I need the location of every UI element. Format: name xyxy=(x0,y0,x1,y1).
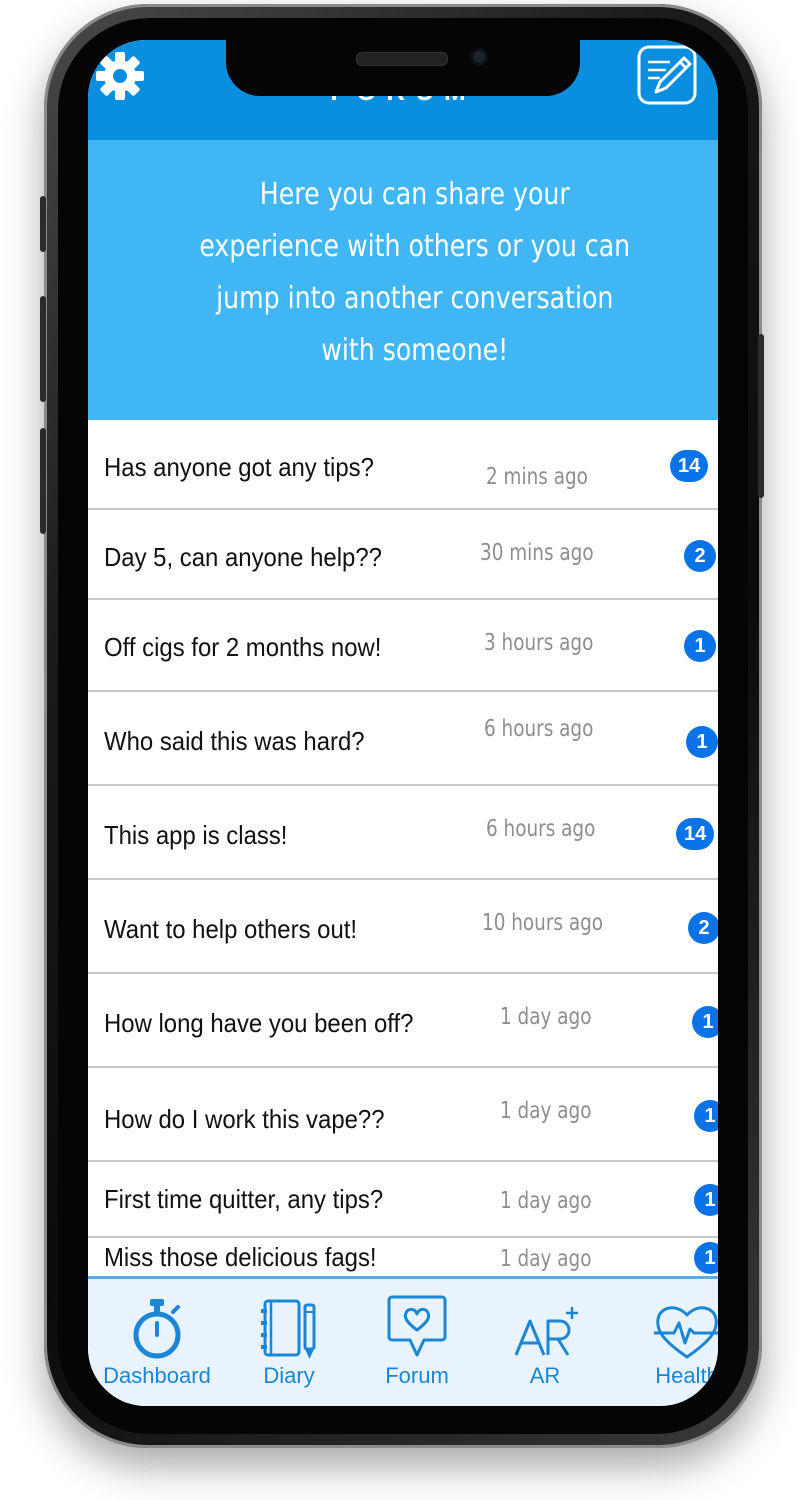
thread-title: This app is class! xyxy=(104,820,288,850)
thread-row[interactable]: Who said this was hard? 6 hours ago 1 xyxy=(88,692,718,786)
thread-row[interactable]: This app is class! 6 hours ago 14 xyxy=(88,786,718,880)
thread-time: 1 day ago xyxy=(500,1246,592,1272)
thread-time: 1 day ago xyxy=(500,1098,592,1124)
thread-time: 3 hours ago xyxy=(484,630,594,656)
reply-count-badge: 2 xyxy=(684,540,716,572)
thread-time: 1 day ago xyxy=(500,1188,592,1214)
thread-list: Has anyone got any tips? 2 mins ago 14 D… xyxy=(88,420,718,1276)
front-camera xyxy=(470,48,488,66)
compose-icon xyxy=(637,45,697,105)
thread-title: How long have you been off? xyxy=(104,1008,414,1038)
thread-row[interactable]: First time quitter, any tips? 1 day ago … xyxy=(88,1162,718,1238)
thread-time: 6 hours ago xyxy=(486,816,596,842)
side-button-volume-down xyxy=(40,428,46,534)
thread-row[interactable]: Has anyone got any tips? 2 mins ago 14 xyxy=(88,420,718,510)
side-button-volume-up xyxy=(40,296,46,402)
tab-label: Diary xyxy=(263,1365,315,1388)
side-button-power xyxy=(758,334,764,498)
thread-title: Has anyone got any tips? xyxy=(104,452,374,482)
tab-label: AR xyxy=(529,1365,561,1388)
notebook-icon xyxy=(261,1299,316,1359)
thread-row[interactable]: Miss those delicious fags! 1 day ago 1 xyxy=(88,1238,718,1276)
phone-speaker xyxy=(356,52,448,66)
compose-button[interactable] xyxy=(634,42,700,108)
reply-count-badge: 1 xyxy=(684,630,716,662)
side-button-silent xyxy=(40,196,46,252)
tab-dashboard[interactable]: Dashboard xyxy=(102,1293,212,1405)
phone-notch xyxy=(226,38,580,96)
thread-row[interactable]: How do I work this vape?? 1 day ago 1 xyxy=(88,1068,718,1162)
reply-count-badge: 1 xyxy=(694,1100,718,1132)
reply-count-badge: 1 xyxy=(694,1242,718,1274)
intro-text: Here you can share your experience with … xyxy=(199,177,631,368)
tab-ar[interactable]: AR xyxy=(490,1293,600,1405)
tab-label: Health xyxy=(655,1365,718,1388)
settings-button[interactable] xyxy=(88,44,152,108)
stopwatch-icon xyxy=(133,1299,181,1359)
app-screen: FORUM xyxy=(88,40,718,1406)
thread-time: 30 mins ago xyxy=(480,540,594,566)
gear-icon xyxy=(96,52,144,100)
tab-diary[interactable]: Diary xyxy=(234,1293,344,1405)
tab-forum[interactable]: Forum xyxy=(362,1293,472,1405)
speech-heart-icon xyxy=(387,1295,447,1357)
thread-title: Miss those delicious fags! xyxy=(104,1242,377,1272)
thread-time: 10 hours ago xyxy=(482,910,604,936)
bottom-tab-bar: Dashboard Diary Forum AR Health xyxy=(88,1276,718,1406)
reply-count-badge: 1 xyxy=(692,1006,718,1038)
thread-title: Off cigs for 2 months now! xyxy=(104,632,382,662)
thread-time: 2 mins ago xyxy=(486,464,588,490)
intro-banner: Here you can share your experience with … xyxy=(88,140,718,420)
tab-label: Dashboard xyxy=(103,1365,211,1388)
tab-health[interactable]: Health xyxy=(632,1293,718,1405)
ar-plus-icon xyxy=(514,1307,578,1356)
thread-title: Who said this was hard? xyxy=(104,726,365,756)
thread-time: 6 hours ago xyxy=(484,716,594,742)
thread-title: Want to help others out! xyxy=(104,914,358,944)
reply-count-badge: 14 xyxy=(676,818,715,850)
thread-time: 1 day ago xyxy=(500,1004,592,1030)
thread-row[interactable]: Off cigs for 2 months now! 3 hours ago 1 xyxy=(88,600,718,692)
thread-row[interactable]: How long have you been off? 1 day ago 1 xyxy=(88,974,718,1068)
tab-label: Forum xyxy=(385,1365,449,1388)
reply-count-badge: 1 xyxy=(694,1184,718,1216)
reply-count-badge: 14 xyxy=(670,450,709,482)
reply-count-badge: 2 xyxy=(688,912,718,944)
thread-title: Day 5, can anyone help?? xyxy=(104,542,382,572)
thread-title: How do I work this vape?? xyxy=(104,1104,385,1134)
reply-count-badge: 1 xyxy=(686,726,718,758)
heart-pulse-icon xyxy=(654,1306,718,1359)
thread-row[interactable]: Want to help others out! 10 hours ago 2 xyxy=(88,880,718,974)
thread-row[interactable]: Day 5, can anyone help?? 30 mins ago 2 xyxy=(88,510,718,600)
thread-title: First time quitter, any tips? xyxy=(104,1184,384,1214)
